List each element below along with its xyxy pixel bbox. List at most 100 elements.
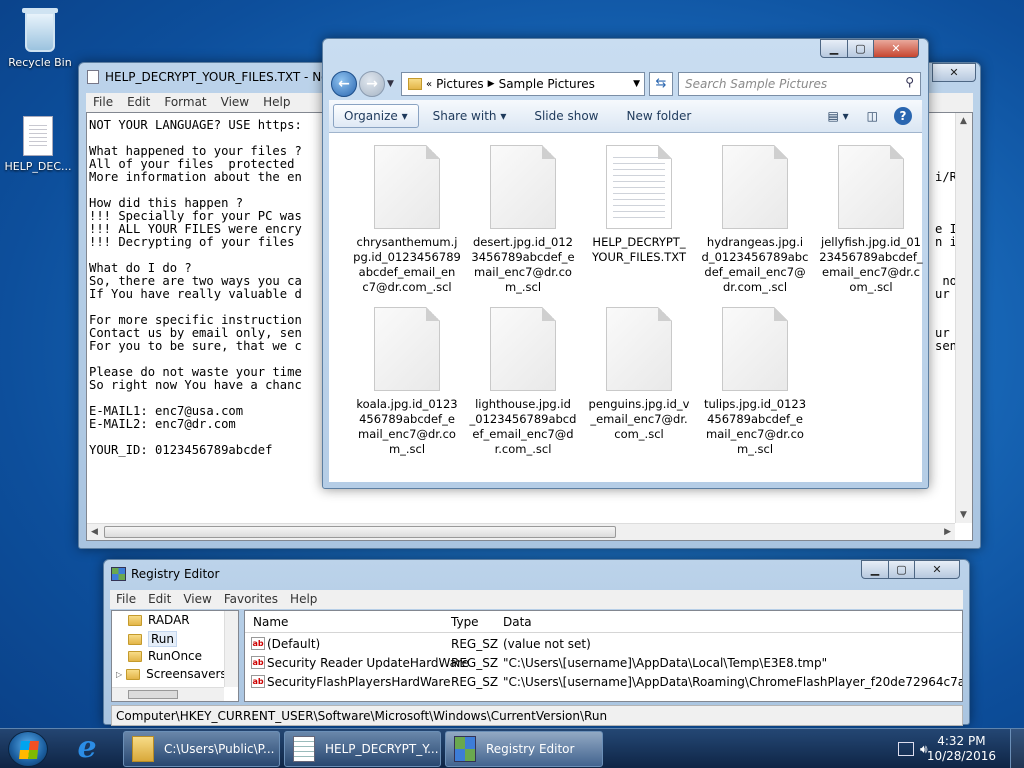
column-header-name[interactable]: Name: [253, 615, 288, 629]
taskbar-button-notepad[interactable]: HELP_DECRYPT_Y...: [284, 731, 441, 767]
menu-file[interactable]: File: [86, 93, 120, 112]
internet-explorer-icon[interactable]: e: [70, 733, 104, 765]
search-input[interactable]: Search Sample Pictures ⚲: [678, 72, 921, 96]
back-button[interactable]: ←: [331, 71, 357, 97]
menu-help[interactable]: Help: [284, 590, 323, 609]
column-header-data[interactable]: Data: [503, 615, 532, 629]
view-options-button[interactable]: ▤ ▾: [819, 109, 856, 123]
scroll-down-icon[interactable]: ▼: [960, 510, 967, 520]
address-bar[interactable]: « Pictures ▶ Sample Pictures ▼: [401, 72, 645, 96]
help-button[interactable]: ?: [888, 107, 922, 125]
folder-icon: [132, 736, 154, 762]
preview-pane-button[interactable]: ◫: [857, 109, 888, 123]
file-item[interactable]: hydrangeas.jpg.i d_0123456789abc def_email…: [699, 145, 811, 295]
file-name-line: 23456789abcdef_: [819, 250, 923, 264]
menu-help[interactable]: Help: [256, 93, 297, 112]
horizontal-scrollbar[interactable]: ◀ ▶: [87, 523, 955, 540]
menu-format[interactable]: Format: [157, 93, 213, 112]
minimize-button[interactable]: ▁: [820, 39, 848, 58]
taskbar-button-registry[interactable]: Registry Editor: [445, 731, 603, 767]
blank-file-icon: [722, 307, 788, 391]
tree-vertical-scrollbar[interactable]: [224, 611, 238, 687]
file-item[interactable]: lighthouse.jpg.id _0123456789abcd ef_email…: [467, 307, 579, 457]
menu-view[interactable]: View: [214, 93, 256, 112]
horizontal-scroll-thumb[interactable]: [104, 526, 616, 538]
file-name-line: tulips.jpg.id_0123: [703, 397, 807, 411]
value-type: REG_SZ: [451, 675, 499, 689]
address-dropdown-icon[interactable]: ▼: [633, 79, 640, 89]
file-name-line: mail_enc7@dr.co: [474, 265, 572, 279]
expand-arrow-icon[interactable]: ▷: [116, 670, 122, 679]
preview-pane-icon: ◫: [866, 109, 878, 123]
breadcrumb-sample-pictures[interactable]: Sample Pictures: [495, 77, 599, 91]
desktop-icon-help-file[interactable]: HELP_DEC...: [2, 116, 74, 173]
string-value-icon: ab: [251, 656, 265, 669]
show-desktop-button[interactable]: [1010, 729, 1024, 768]
registry-minimize-button[interactable]: ▁: [861, 560, 889, 579]
menu-file[interactable]: File: [110, 590, 142, 609]
file-name-line: koala.jpg.id_0123: [356, 397, 458, 411]
vertical-scrollbar[interactable]: ▲ ▼: [955, 113, 972, 523]
organize-button[interactable]: Organize ▾: [333, 104, 419, 128]
breadcrumb-pictures[interactable]: Pictures: [432, 77, 488, 91]
value-type: REG_SZ: [451, 637, 499, 651]
scroll-right-icon[interactable]: ▶: [944, 527, 951, 537]
forward-button[interactable]: →: [359, 71, 385, 97]
file-name-line: pg.id_0123456789: [353, 250, 461, 264]
blank-file-icon: [838, 145, 904, 229]
blank-file-icon: [490, 307, 556, 391]
blank-file-icon: [374, 145, 440, 229]
tree-item-run[interactable]: Run: [128, 631, 178, 647]
value-name: Security Reader UpdateHardWare: [267, 656, 470, 670]
table-row[interactable]: ab (Default) REG_SZ (value not set): [245, 635, 962, 654]
network-icon[interactable]: [898, 742, 914, 756]
maximize-button[interactable]: ▢: [847, 39, 874, 58]
new-folder-button[interactable]: New folder: [612, 109, 705, 123]
text-document-icon: [23, 116, 53, 156]
taskbar-button-explorer[interactable]: C:\Users\Public\P...: [123, 731, 280, 767]
search-placeholder: Search Sample Pictures: [685, 77, 828, 91]
tree-item-screensavers[interactable]: ▷ Screensavers: [116, 667, 227, 681]
file-item[interactable]: tulips.jpg.id_0123 456789abcdef_e mail_enc…: [699, 307, 811, 457]
slide-show-button[interactable]: Slide show: [520, 109, 612, 123]
notepad-close-button[interactable]: ✕: [932, 63, 976, 82]
system-clock[interactable]: 4:32 PM 10/28/2016: [927, 734, 996, 764]
table-row[interactable]: ab Security Reader UpdateHardWare REG_SZ…: [245, 654, 962, 673]
history-dropdown-icon[interactable]: ▼: [387, 79, 394, 89]
close-button[interactable]: ✕: [873, 39, 919, 58]
menu-edit[interactable]: Edit: [142, 590, 177, 609]
menu-favorites[interactable]: Favorites: [218, 590, 284, 609]
scroll-up-icon[interactable]: ▲: [960, 116, 967, 126]
taskbar-button-label: C:\Users\Public\P...: [164, 742, 275, 756]
file-item[interactable]: jellyfish.jpg.id_01 23456789abcdef_ email_…: [815, 145, 927, 295]
view-icon: ▤: [827, 109, 839, 123]
refresh-button[interactable]: ⇆: [649, 72, 673, 96]
registry-close-button[interactable]: ✕: [914, 560, 960, 579]
start-button[interactable]: [8, 731, 48, 767]
file-name-line: hydrangeas.jpg.i: [706, 235, 804, 249]
menu-view[interactable]: View: [177, 590, 217, 609]
tree-horizontal-scrollbar[interactable]: [112, 687, 224, 701]
tree-item-runonce[interactable]: RunOnce: [128, 649, 202, 663]
registry-maximize-button[interactable]: ▢: [888, 560, 915, 579]
file-item[interactable]: chrysanthemum.j pg.id_0123456789 abcdef_em…: [351, 145, 463, 295]
file-item[interactable]: HELP_DECRYPT_ YOUR_FILES.TXT: [583, 145, 695, 265]
menu-edit[interactable]: Edit: [120, 93, 157, 112]
scroll-left-icon[interactable]: ◀: [91, 527, 98, 537]
column-header-type[interactable]: Type: [451, 615, 479, 629]
file-item[interactable]: penguins.jpg.id_v _email_enc7@dr. com_.scl: [583, 307, 695, 442]
file-name-line: penguins.jpg.id_v: [588, 397, 690, 411]
help-icon: ?: [894, 107, 912, 125]
tree-item-radar[interactable]: RADAR: [128, 613, 190, 627]
registry-list-header: Name Type Data: [245, 611, 962, 633]
organize-label: Organize: [344, 109, 398, 123]
share-with-button[interactable]: Share with ▾: [419, 109, 521, 123]
close-icon: ✕: [891, 42, 901, 55]
file-item[interactable]: desert.jpg.id_012 3456789abcdef_e mail_enc…: [467, 145, 579, 295]
file-item[interactable]: koala.jpg.id_0123 456789abcdef_e mail_enc7…: [351, 307, 463, 457]
minimize-icon: ▁: [829, 42, 839, 55]
desktop-icon-recycle-bin[interactable]: Recycle Bin: [4, 6, 76, 69]
tree-scroll-thumb[interactable]: [128, 690, 178, 699]
table-row[interactable]: ab SecurityFlashPlayersHardWare REG_SZ "…: [245, 673, 962, 692]
file-name-line: 3456789abcdef_e: [471, 250, 575, 264]
